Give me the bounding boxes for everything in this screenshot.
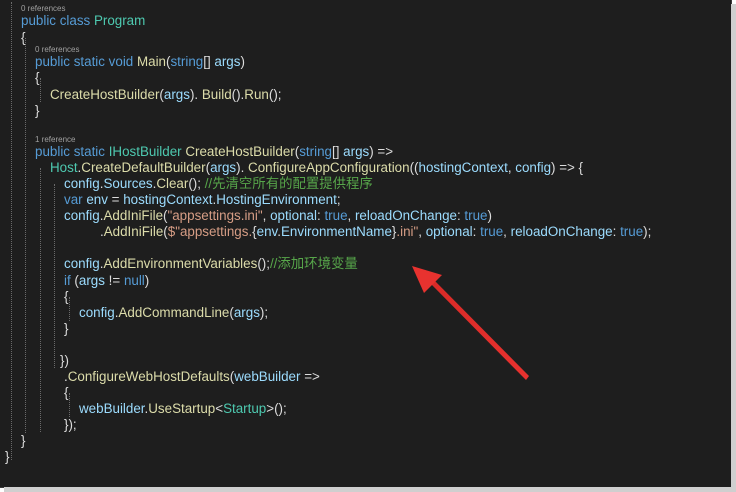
red-arrow-icon <box>412 266 529 380</box>
window-shadow <box>4 487 736 492</box>
arrow-shaft <box>430 279 529 380</box>
window-shadow <box>731 4 736 492</box>
code-editor[interactable]: 0 references public class Program{0 refer… <box>0 0 732 488</box>
